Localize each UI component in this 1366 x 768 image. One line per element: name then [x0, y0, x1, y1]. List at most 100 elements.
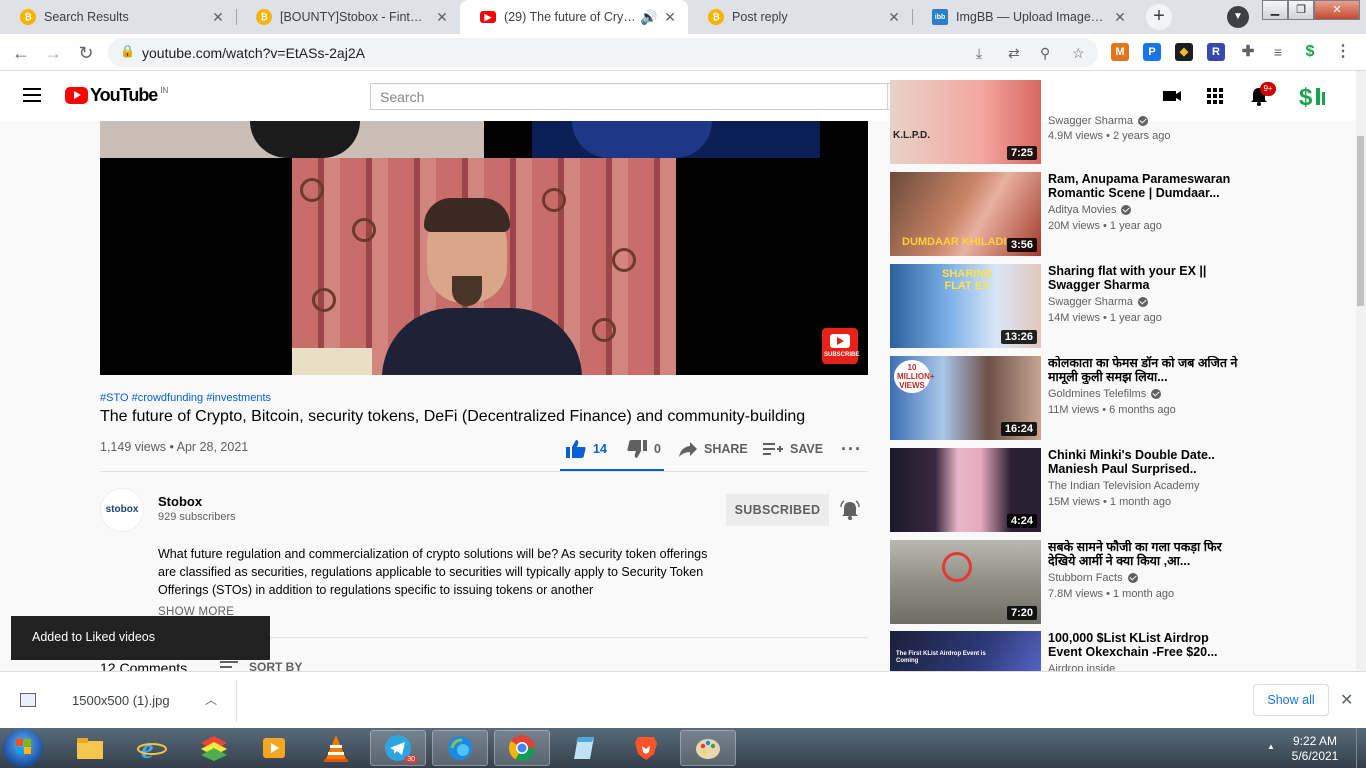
- bookmark-star-icon[interactable]: ☆: [1072, 45, 1085, 62]
- logo-tile: [24, 739, 31, 746]
- browser-tab-strip: ₿ Search Results ✕ ₿ [BOUNTY]Stobox - Fi…: [0, 0, 1366, 34]
- scrollbar-thumb[interactable]: [1357, 136, 1364, 306]
- media-queue-icon[interactable]: ≡: [1269, 43, 1287, 61]
- paint-icon[interactable]: [680, 730, 736, 766]
- subscribed-button[interactable]: SUBSCRIBED: [726, 494, 829, 526]
- show-all-downloads-button[interactable]: Show all: [1253, 684, 1329, 716]
- tab-search-results[interactable]: ₿ Search Results ✕: [0, 0, 236, 34]
- edge-icon[interactable]: [432, 730, 488, 766]
- youtube-logo-text: YouTube: [90, 85, 158, 105]
- zoom-icon[interactable]: ⚲: [1040, 45, 1050, 62]
- media-player-icon[interactable]: [246, 730, 302, 766]
- more-actions-icon[interactable]: ···: [841, 438, 862, 460]
- url-text: youtube.com/watch?v=EtASs-2aj2A: [142, 45, 365, 61]
- bluestacks-icon[interactable]: [186, 730, 242, 766]
- close-icon[interactable]: ✕: [210, 9, 226, 26]
- restore-button[interactable]: ❐: [1288, 0, 1314, 20]
- close-window-button[interactable]: ✕: [1314, 0, 1360, 20]
- extension-r-icon[interactable]: R: [1207, 43, 1225, 61]
- verified-badge-icon: [1151, 389, 1162, 399]
- tab-search-icon[interactable]: ▼: [1227, 6, 1249, 28]
- verified-badge-icon: [1138, 116, 1148, 126]
- start-button[interactable]: [3, 729, 43, 767]
- translate-icon[interactable]: ⇄: [1008, 45, 1020, 62]
- youtube-logo[interactable]: YouTube IN: [65, 85, 168, 106]
- tab-imgbb[interactable]: ibb ImgBB — Upload Image — Free ✕: [912, 0, 1138, 34]
- video-player[interactable]: SUBSCRIBE: [100, 121, 868, 375]
- share-button[interactable]: SHARE: [678, 438, 748, 460]
- logo-tile: [16, 747, 23, 754]
- dislike-button[interactable]: 0: [626, 438, 661, 460]
- related-video-item[interactable]: DUMDAAR KHILADI 3:56 Ram, Anupama Parame…: [890, 172, 1350, 258]
- show-desktop-button[interactable]: [1356, 728, 1366, 768]
- tab-post-reply[interactable]: ₿ Post reply ✕: [688, 0, 912, 34]
- telegram-icon[interactable]: 30: [370, 730, 426, 766]
- file-explorer-icon[interactable]: [62, 730, 118, 766]
- notepad-app-icon[interactable]: [556, 730, 612, 766]
- related-video-item[interactable]: The First KList Airdrop Event is Coming …: [890, 631, 1350, 671]
- related-video-item[interactable]: 10 MILLION+ VIEWS 16:24 कोलकाता का फेमस …: [890, 356, 1350, 442]
- address-bar[interactable]: 🔒 youtube.com/watch?v=EtASs-2aj2A ⤓ ⇄ ⚲ …: [108, 38, 1098, 67]
- install-icon[interactable]: ⤓: [976, 45, 982, 62]
- video-hashtags[interactable]: #STO #crowdfunding #investments: [100, 392, 271, 404]
- speaker-icon[interactable]: 🔊: [640, 9, 657, 26]
- close-icon[interactable]: ✕: [662, 9, 678, 26]
- menu-kebab-icon[interactable]: ⋮: [1334, 43, 1352, 61]
- tab-stobox-bounty[interactable]: ₿ [BOUNTY]Stobox - Fintech ✕: [236, 0, 460, 34]
- video-thumbnail: 10 MILLION+ VIEWS 16:24: [890, 356, 1041, 440]
- related-meta: 15M views • 1 month ago: [1048, 496, 1172, 508]
- reload-button[interactable]: ↻: [73, 40, 99, 66]
- channel-name: Goldmines Telefilms: [1048, 388, 1147, 400]
- new-tab-button[interactable]: +: [1146, 4, 1172, 30]
- close-icon[interactable]: ✕: [1340, 690, 1353, 710]
- forward-button[interactable]: →: [40, 40, 66, 66]
- video-duration: 7:25: [1006, 146, 1037, 160]
- thumbnail-caption: 10 MILLION+ VIEWS: [894, 360, 935, 393]
- extension-p-icon[interactable]: P: [1143, 43, 1161, 61]
- video-frame-top-right: [532, 121, 820, 158]
- tab-youtube-video[interactable]: ▶ (29) The future of Crypto, Bitcoin 🔊 ✕: [460, 0, 688, 34]
- related-video-item[interactable]: K.L.P.D. 7:25 Swagger Sharma 4.9M views …: [890, 80, 1350, 166]
- thumbnail-caption: SHARING FLAT EX: [942, 268, 993, 292]
- related-video-item[interactable]: 7:20 सबके सामने फौजी का गला पकड़ा फिर दे…: [890, 540, 1350, 626]
- search-input[interactable]: [371, 84, 887, 109]
- related-video-item[interactable]: 4:24 Chinki Minki's Double Date.. Manies…: [890, 448, 1350, 534]
- brave-icon[interactable]: [618, 730, 674, 766]
- channel-name: Stubborn Facts: [1048, 572, 1123, 584]
- metamask-icon[interactable]: M: [1111, 43, 1129, 61]
- dollar-extension-icon[interactable]: $: [1301, 43, 1319, 61]
- tray-expand-icon[interactable]: ▲: [1267, 742, 1275, 751]
- binance-icon[interactable]: ◆: [1175, 43, 1193, 61]
- internet-explorer-icon[interactable]: e: [124, 730, 180, 766]
- channel-avatar[interactable]: stobox: [100, 488, 144, 532]
- related-channel: Stubborn Facts: [1048, 572, 1138, 584]
- tab-label: [BOUNTY]Stobox - Fintech: [280, 10, 428, 24]
- logo-tile: [16, 739, 23, 746]
- notification-bell-icon[interactable]: [839, 499, 861, 521]
- related-title: Sharing flat with your EX || Swagger Sha…: [1048, 264, 1207, 292]
- minimize-button[interactable]: ▁: [1262, 0, 1288, 20]
- vlc-icon[interactable]: [308, 730, 364, 766]
- close-icon[interactable]: ✕: [434, 9, 450, 26]
- close-icon[interactable]: ✕: [1112, 9, 1128, 26]
- curtain-pattern: [300, 178, 324, 202]
- subscribe-watermark[interactable]: SUBSCRIBE: [822, 328, 859, 364]
- chrome-icon[interactable]: [494, 730, 550, 766]
- hamburger-menu-icon[interactable]: [23, 88, 41, 102]
- channel-name[interactable]: Stobox: [158, 494, 202, 509]
- related-video-item[interactable]: SHARING FLAT EX 13:26 Sharing flat with …: [890, 264, 1350, 350]
- system-clock[interactable]: 9:22 AM 5/6/2021: [1290, 734, 1340, 764]
- like-button[interactable]: 14: [565, 438, 607, 460]
- video-thumbnail: K.L.P.D. 7:25: [890, 80, 1041, 164]
- video-person-beard: [452, 276, 482, 306]
- verified-badge-icon: [1121, 205, 1132, 215]
- related-meta: 4.9M views • 2 years ago: [1048, 130, 1171, 142]
- save-button[interactable]: SAVE: [762, 438, 823, 460]
- close-icon[interactable]: ✕: [886, 9, 902, 26]
- download-file-name[interactable]: 1500x500 (1).jpg: [72, 693, 170, 708]
- share-arrow-icon: [679, 442, 697, 457]
- chevron-up-icon[interactable]: ︿: [205, 691, 217, 708]
- puzzle-icon[interactable]: ✚: [1239, 43, 1257, 61]
- back-button[interactable]: ←: [8, 40, 34, 66]
- browser-toolbar: ← → ↻ 🔒 youtube.com/watch?v=EtASs-2aj2A …: [0, 34, 1366, 71]
